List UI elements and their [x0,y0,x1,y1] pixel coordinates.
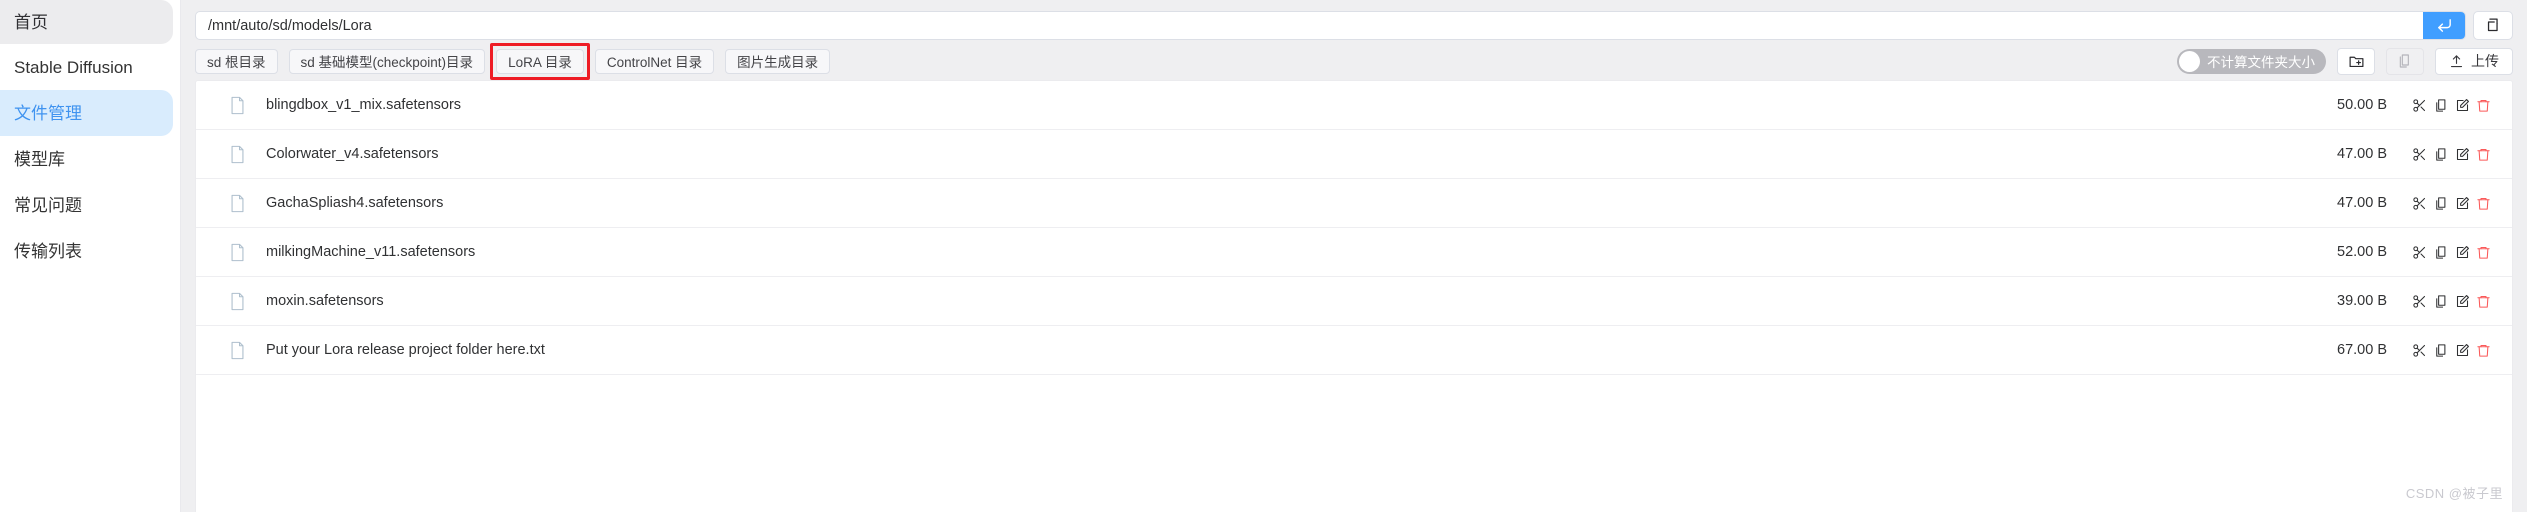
rename-edit-icon[interactable] [2452,95,2472,115]
row-actions [2387,193,2512,213]
rename-edit-icon[interactable] [2452,340,2472,360]
copy-icon[interactable] [2431,340,2451,360]
file-name: milkingMachine_v11.safetensors [266,244,476,260]
file-name: Put your Lora release project folder her… [266,342,545,358]
dir-button-image-output[interactable]: 图片生成目录 [725,48,831,74]
sidebar-item-stable-diffusion[interactable]: Stable Diffusion [0,44,173,90]
dir-button-controlnet[interactable]: ControlNet 目录 [594,48,715,74]
copy-icon[interactable] [2431,144,2451,164]
path-bar [195,0,2513,42]
skip-folder-size-toggle[interactable]: 不计算文件夹大小 [2177,48,2326,74]
file-document-icon [229,243,259,262]
file-document-icon [229,145,259,164]
sidebar: 首页 Stable Diffusion 文件管理 模型库 常见问题 传输列表 [0,0,181,512]
paste-file-icon [2399,54,2409,68]
table-row[interactable]: blingdbox_v1_mix.safetensors 50.00 B [196,81,2512,130]
rename-edit-icon[interactable] [2452,291,2472,311]
file-document-icon [229,292,259,311]
new-folder-button[interactable] [2337,47,2375,75]
refresh-redo-icon [2487,18,2498,32]
row-actions [2387,291,2512,311]
cut-scissors-icon[interactable] [2409,340,2429,360]
toggle-label: 不计算文件夹大小 [2207,55,2315,70]
cut-scissors-icon[interactable] [2409,242,2429,262]
file-list: blingdbox_v1_mix.safetensors 50.00 B Col… [195,80,2513,512]
file-document-icon [229,194,259,213]
dir-button-label: ControlNet 目录 [606,55,703,70]
row-actions [2387,242,2512,262]
sidebar-item-label: 常见问题 [14,195,82,215]
file-name: Colorwater_v4.safetensors [266,146,439,162]
sidebar-item-model-library[interactable]: 模型库 [0,136,173,182]
upload-button[interactable]: 上传 [2435,47,2513,75]
copy-icon[interactable] [2431,193,2451,213]
dir-button-checkpoint[interactable]: sd 基础模型(checkpoint)目录 [288,48,486,74]
row-actions [2387,340,2512,360]
dir-button-lora[interactable]: LoRA 目录 [496,48,584,74]
dir-button-label: sd 基础模型(checkpoint)目录 [300,55,474,70]
path-input[interactable] [196,12,2423,39]
file-size: 50.00 B [2337,97,2387,113]
copy-icon[interactable] [2431,242,2451,262]
dir-button-label: 图片生成目录 [737,55,819,70]
dir-button-sd-root[interactable]: sd 根目录 [195,48,278,74]
file-document-icon [229,341,259,360]
file-size: 47.00 B [2337,146,2387,162]
cut-scissors-icon[interactable] [2409,291,2429,311]
table-row[interactable]: Colorwater_v4.safetensors 47.00 B [196,130,2512,179]
paste-button[interactable] [2386,47,2424,75]
copy-icon[interactable] [2431,95,2451,115]
file-manager-app: 首页 Stable Diffusion 文件管理 模型库 常见问题 传输列表 /… [0,0,2527,512]
copy-icon[interactable] [2431,291,2451,311]
file-size: 67.00 B [2337,342,2387,358]
path-input-wrapper [195,11,2466,40]
delete-trash-icon[interactable] [2474,193,2494,213]
sidebar-item-faq[interactable]: 常见问题 [0,182,173,228]
rename-edit-icon[interactable] [2452,193,2472,213]
path-enter-button[interactable] [2423,12,2465,39]
sidebar-item-label: 模型库 [14,149,65,169]
table-row[interactable]: milkingMachine_v11.safetensors 52.00 B [196,228,2512,277]
table-row[interactable]: Put your Lora release project folder her… [196,326,2512,375]
file-size: 39.00 B [2337,293,2387,309]
dir-button-label: sd 根目录 [207,55,266,70]
file-name: moxin.safetensors [266,293,384,309]
new-folder-icon [2349,56,2363,67]
enter-return-icon [2437,19,2451,32]
delete-trash-icon[interactable] [2474,340,2494,360]
file-size: 47.00 B [2337,195,2387,211]
sidebar-item-label: 首页 [14,12,48,32]
row-actions [2387,95,2512,115]
file-size: 52.00 B [2337,244,2387,260]
sidebar-item-label: 文件管理 [14,103,82,123]
sidebar-item-transfer-list[interactable]: 传输列表 [0,228,173,274]
sidebar-item-label: 传输列表 [14,241,82,261]
sidebar-item-home[interactable]: 首页 [0,0,173,44]
delete-trash-icon[interactable] [2474,95,2494,115]
delete-trash-icon[interactable] [2474,242,2494,262]
dir-button-label: LoRA 目录 [508,55,572,70]
file-document-icon [229,96,259,115]
row-actions [2387,144,2512,164]
path-refresh-button[interactable] [2473,11,2513,40]
toggle-knob [2179,50,2200,72]
sidebar-item-label: Stable Diffusion [14,57,133,77]
table-row[interactable]: moxin.safetensors 39.00 B [196,277,2512,326]
cut-scissors-icon[interactable] [2409,144,2429,164]
upload-button-label: 上传 [2471,53,2499,69]
table-row[interactable]: GachaSpliash4.safetensors 47.00 B [196,179,2512,228]
toolbar: sd 根目录 sd 基础模型(checkpoint)目录 LoRA 目录 Con… [195,42,2513,80]
file-name: blingdbox_v1_mix.safetensors [266,97,462,113]
cut-scissors-icon[interactable] [2409,193,2429,213]
rename-edit-icon[interactable] [2452,144,2472,164]
main-content: sd 根目录 sd 基础模型(checkpoint)目录 LoRA 目录 Con… [181,0,2527,512]
watermark: CSDN @被子里 [2405,486,2503,501]
delete-trash-icon[interactable] [2474,144,2494,164]
file-name: GachaSpliash4.safetensors [266,195,444,211]
delete-trash-icon[interactable] [2474,291,2494,311]
upload-arrow-icon [2450,54,2463,67]
sidebar-item-file-management[interactable]: 文件管理 [0,90,173,136]
cut-scissors-icon[interactable] [2409,95,2429,115]
rename-edit-icon[interactable] [2452,242,2472,262]
